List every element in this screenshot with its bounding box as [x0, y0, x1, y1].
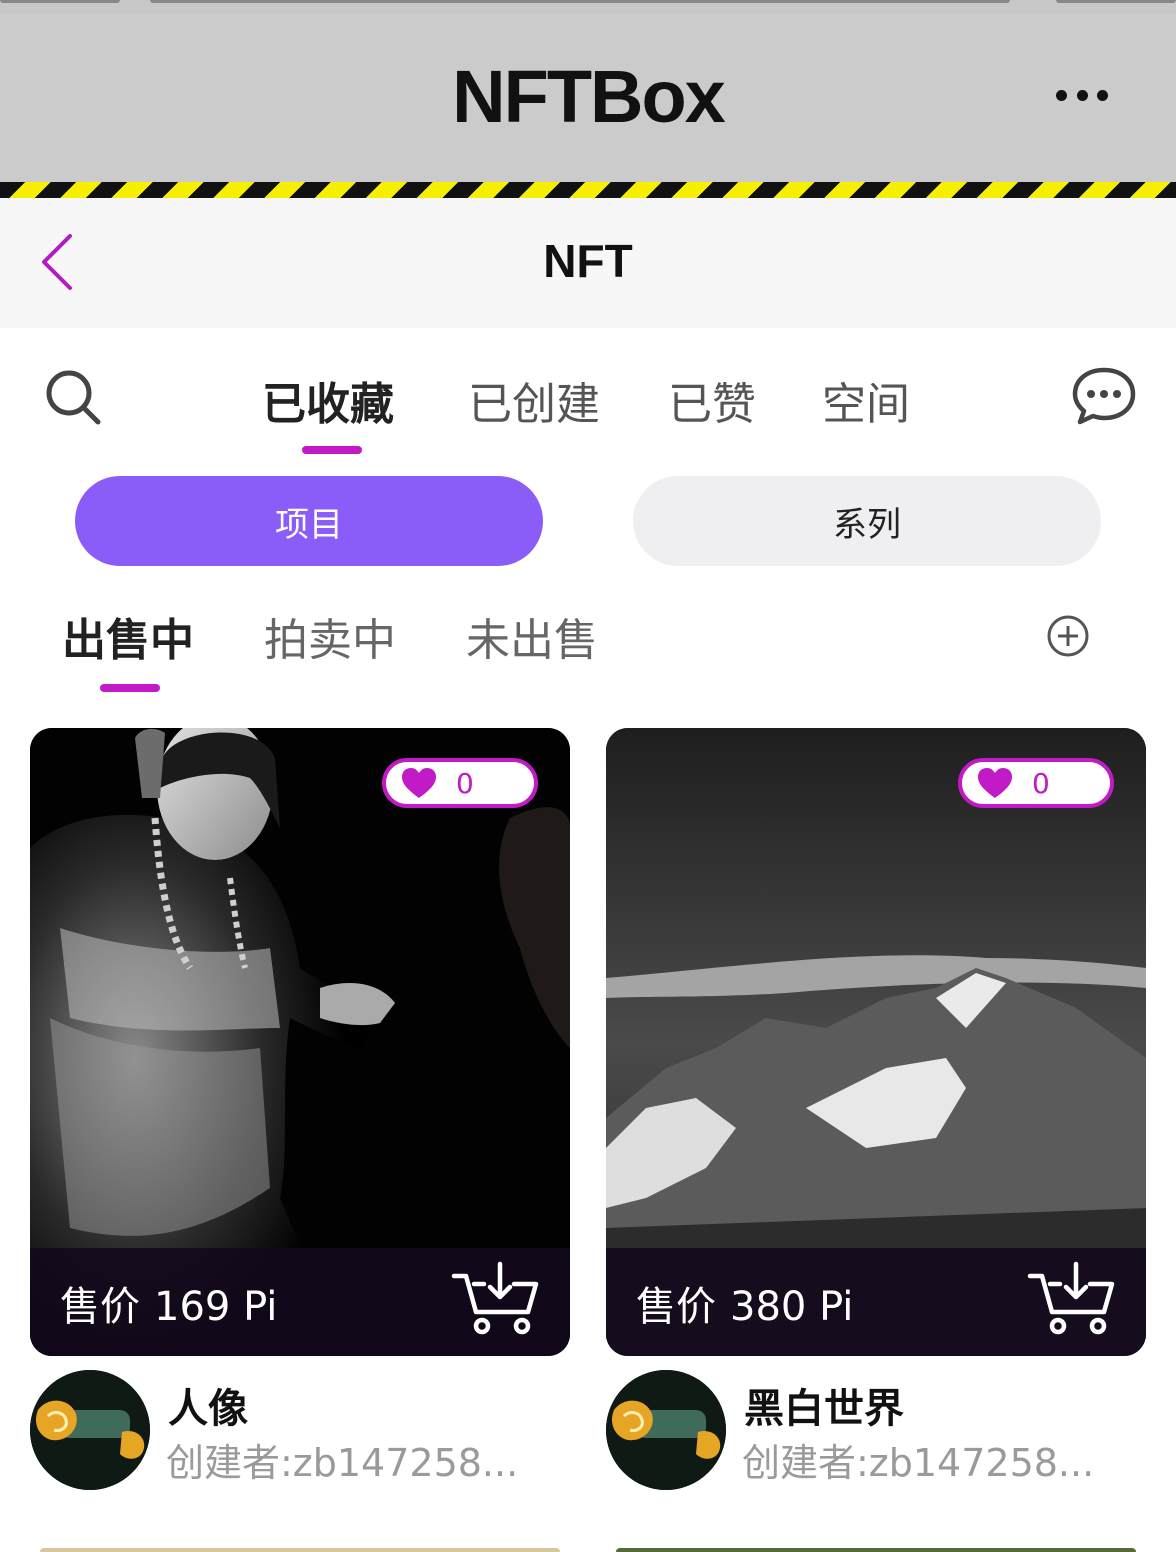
like-button[interactable]: 0 — [382, 758, 538, 808]
nft-card[interactable]: 0 售价 380 Pi — [606, 728, 1146, 1356]
segment-items-button[interactable]: 项目 — [75, 476, 543, 566]
plus-circle-icon[interactable] — [1046, 614, 1090, 658]
navbar: NFT — [0, 198, 1176, 328]
price-label: 售价 — [636, 1284, 716, 1330]
price-value: 169 Pi — [154, 1284, 278, 1330]
tab-space[interactable]: 空间 — [822, 368, 910, 432]
heart-icon — [402, 768, 436, 798]
next-card-peek — [616, 1548, 1136, 1552]
like-count: 0 — [456, 766, 474, 800]
creator-row[interactable]: 人像 创建者:zb147258... — [30, 1370, 570, 1494]
item-name: 人像 — [168, 1386, 248, 1432]
app-title: NFTBox — [452, 55, 726, 138]
price-text: 售价 169 Pi — [60, 1274, 277, 1332]
main-tabs: 已收藏 已创建 已赞 空间 — [0, 352, 1176, 462]
price-text: 售价 380 Pi — [636, 1274, 853, 1332]
tab-active-indicator — [302, 446, 362, 454]
like-count: 0 — [1032, 766, 1050, 800]
item-name: 黑白世界 — [744, 1386, 904, 1432]
search-icon[interactable] — [44, 368, 104, 428]
subtab-on-sale[interactable]: 出售中 — [62, 604, 194, 668]
subtab-auction[interactable]: 拍卖中 — [264, 604, 396, 668]
app-header: NFTBox — [0, 14, 1176, 182]
more-dots-icon[interactable] — [1056, 80, 1108, 110]
subtab-active-indicator — [100, 684, 160, 692]
chat-bubble-icon[interactable] — [1070, 364, 1138, 428]
heart-icon — [978, 768, 1012, 798]
status-strip — [0, 0, 1176, 14]
tab-liked[interactable]: 已赞 — [668, 368, 756, 432]
cart-download-icon[interactable] — [450, 1260, 542, 1338]
avatar — [606, 1370, 726, 1490]
item-creator: 创建者:zb147258... — [742, 1441, 1095, 1485]
price-bar: 售价 169 Pi — [30, 1248, 570, 1356]
page-title: NFT — [543, 235, 633, 287]
segment-series-button[interactable]: 系列 — [633, 476, 1101, 566]
nft-card[interactable]: 0 售价 169 Pi — [30, 728, 570, 1356]
cart-download-icon[interactable] — [1026, 1260, 1118, 1338]
avatar — [30, 1370, 150, 1490]
subtab-not-sold[interactable]: 未出售 — [466, 604, 598, 668]
price-value: 380 Pi — [730, 1284, 854, 1330]
price-bar: 售价 380 Pi — [606, 1248, 1146, 1356]
hazard-stripe — [0, 182, 1176, 198]
creator-row[interactable]: 黑白世界 创建者:zb147258... — [606, 1370, 1146, 1494]
tab-collected[interactable]: 已收藏 — [262, 368, 394, 432]
next-card-peek — [40, 1548, 560, 1552]
like-button[interactable]: 0 — [958, 758, 1114, 808]
price-label: 售价 — [60, 1284, 140, 1330]
tab-created[interactable]: 已创建 — [468, 368, 600, 432]
item-creator: 创建者:zb147258... — [166, 1441, 519, 1485]
